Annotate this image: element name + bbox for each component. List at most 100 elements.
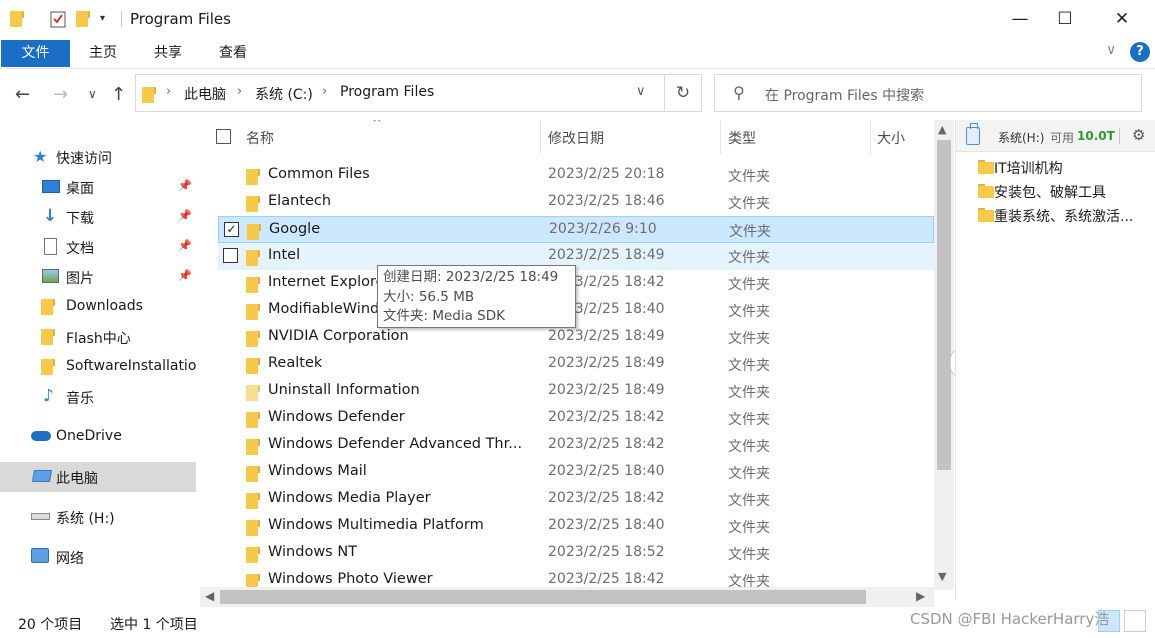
file-row[interactable]: Windows NT 2023/2/25 18:52 文件夹 xyxy=(218,540,934,567)
file-row[interactable]: Windows Media Player 2023/2/25 18:42 文件夹 xyxy=(218,486,934,513)
scroll-thumb[interactable] xyxy=(937,140,951,470)
file-row[interactable]: Uninstall Information 2023/2/25 18:49 文件夹 xyxy=(218,378,934,405)
scroll-left-icon[interactable]: ◀ xyxy=(205,589,214,603)
column-type[interactable]: 类型 xyxy=(728,128,756,148)
help-icon[interactable]: ? xyxy=(1130,42,1150,62)
column-size[interactable]: 大小 xyxy=(877,128,905,148)
cloud-icon xyxy=(31,431,51,441)
customize-quick-access-icon[interactable]: ▾ xyxy=(100,13,116,31)
picture-icon xyxy=(42,269,59,283)
folder-icon xyxy=(246,519,260,538)
navigation-bar: ← → ∨ ↑ › 此电脑 › 系统 (C:) › Program Files … xyxy=(0,70,1155,120)
file-row[interactable]: Windows Defender 2023/2/25 18:42 文件夹 xyxy=(218,405,934,432)
breadcrumb-system-c[interactable]: 系统 (C:) xyxy=(255,84,313,104)
sidebar-item-label: 系统 (H:) xyxy=(56,511,115,527)
breadcrumb-program-files[interactable]: Program Files xyxy=(340,84,434,100)
sidebar-item-documents[interactable]: 文档 📌 xyxy=(0,232,196,262)
recent-locations-button[interactable]: ∨ xyxy=(88,87,97,101)
file-row[interactable]: Realtek 2023/2/25 18:49 文件夹 xyxy=(218,351,934,378)
panel-folder-installers[interactable]: 安装包、破解工具 xyxy=(978,180,1148,204)
large-icons-view-button[interactable] xyxy=(1124,610,1146,632)
sidebar-item-this-pc[interactable]: 此电脑 xyxy=(0,462,196,492)
properties-icon[interactable] xyxy=(50,10,66,28)
file-row[interactable]: Windows Multimedia Platform 2023/2/25 18:… xyxy=(218,513,934,540)
folder-icon xyxy=(246,465,260,484)
back-button[interactable]: ← xyxy=(15,84,30,105)
up-button[interactable]: ↑ xyxy=(111,84,126,105)
sidebar-item-desktop[interactable]: 桌面 📌 xyxy=(0,172,196,202)
file-row[interactable]: ModifiableWindowsApps 2023/2/25 18:40 文件夹 xyxy=(218,297,934,324)
pin-icon[interactable]: 📌 xyxy=(178,179,192,192)
file-row[interactable]: ✓ Google 2023/2/26 9:10 文件夹 xyxy=(218,216,934,243)
panel-folder-label: 重装系统、系统激活... xyxy=(994,209,1134,225)
file-name: Elantech xyxy=(268,193,332,209)
tab-file[interactable]: 文件 xyxy=(1,40,70,67)
folder-icon xyxy=(41,299,57,315)
pin-icon[interactable]: 📌 xyxy=(178,269,192,282)
row-checkbox[interactable]: ✓ xyxy=(224,222,239,237)
sidebar-item-flash[interactable]: Flash中心 xyxy=(0,322,196,352)
sidebar-item-downloads-folder[interactable]: Downloads xyxy=(0,292,196,322)
document-icon xyxy=(44,238,57,255)
tab-share[interactable]: 共享 xyxy=(145,40,191,67)
sidebar-item-downloads[interactable]: ↓ 下载 📌 xyxy=(0,202,196,232)
column-divider[interactable] xyxy=(870,120,871,154)
scroll-right-icon[interactable]: ▶ xyxy=(916,589,925,603)
file-row[interactable]: Intel 2023/2/25 18:49 文件夹 xyxy=(218,243,934,270)
folder-icon xyxy=(978,208,994,222)
sidebar-item-onedrive[interactable]: OneDrive xyxy=(0,422,196,452)
pin-icon[interactable]: 📌 xyxy=(178,209,192,222)
close-button[interactable]: ✕ xyxy=(1099,0,1145,38)
column-date-modified[interactable]: 修改日期 xyxy=(548,128,604,148)
address-bar[interactable]: › 此电脑 › 系统 (C:) › Program Files ∨ ↻ xyxy=(135,74,702,112)
scroll-down-icon[interactable]: ▼ xyxy=(938,570,946,583)
refresh-button[interactable]: ↻ xyxy=(664,75,701,111)
file-row[interactable]: Internet Explorer 2023/2/25 18:42 文件夹 xyxy=(218,270,934,297)
file-row[interactable]: Common Files 2023/2/25 20:18 文件夹 xyxy=(218,162,934,189)
pin-icon[interactable]: 📌 xyxy=(178,239,192,252)
scroll-thumb[interactable] xyxy=(220,590,866,604)
address-dropdown-icon[interactable]: ∨ xyxy=(636,84,646,99)
search-box[interactable]: ⚲ 在 Program Files 中搜索 xyxy=(714,74,1142,112)
column-divider[interactable] xyxy=(540,120,541,154)
file-row[interactable]: NVIDIA Corporation 2023/2/25 18:49 文件夹 xyxy=(218,324,934,351)
forward-button[interactable]: → xyxy=(53,84,68,105)
sidebar-item-label: 桌面 xyxy=(66,181,94,197)
file-row[interactable]: Windows Mail 2023/2/25 18:40 文件夹 xyxy=(218,459,934,486)
file-row[interactable]: Windows Defender Advanced Thr... 2023/2/2… xyxy=(218,432,934,459)
search-placeholder[interactable]: 在 Program Files 中搜索 xyxy=(765,85,924,105)
column-divider[interactable] xyxy=(720,120,721,154)
row-checkbox[interactable] xyxy=(223,248,238,263)
gear-icon[interactable]: ⚙ xyxy=(1132,126,1145,144)
sidebar-item-drive-h[interactable]: 系统 (H:) xyxy=(0,502,196,532)
select-all-checkbox[interactable] xyxy=(216,129,231,144)
sidebar-item-label: 快速访问 xyxy=(56,151,112,167)
ribbon-expand-icon[interactable]: ∨ xyxy=(1106,42,1116,58)
file-row[interactable]: Elantech 2023/2/25 18:46 文件夹 xyxy=(218,189,934,216)
available-space: 10.0T xyxy=(1077,129,1115,143)
star-icon: ★ xyxy=(33,147,48,166)
panel-folder-it-training[interactable]: IT培训机构 xyxy=(978,156,1148,180)
panel-folder-reinstall[interactable]: 重装系统、系统激活... xyxy=(978,204,1148,228)
folder-icon xyxy=(142,86,156,105)
file-type: 文件夹 xyxy=(728,358,770,374)
folder-icon xyxy=(978,160,994,174)
maximize-button[interactable]: ☐ xyxy=(1042,0,1088,38)
horizontal-scrollbar[interactable]: ◀ ▶ xyxy=(200,587,934,607)
breadcrumb-this-pc[interactable]: 此电脑 xyxy=(184,84,226,104)
scroll-up-icon[interactable]: ▲ xyxy=(938,123,946,136)
sidebar-item-pictures[interactable]: 图片 📌 xyxy=(0,262,196,292)
sidebar-item-network[interactable]: 网络 xyxy=(0,542,196,572)
folder-icon xyxy=(246,276,260,295)
sidebar-item-software-installation[interactable]: SoftwareInstallatio xyxy=(0,352,196,382)
item-count: 20 个项目 xyxy=(18,617,83,633)
minimize-button[interactable]: — xyxy=(997,0,1043,38)
sidebar-item-quick-access[interactable]: ★ 快速访问 xyxy=(0,142,196,172)
usb-drive-icon xyxy=(966,123,980,145)
new-folder-icon[interactable] xyxy=(76,10,92,28)
available-label: 可用 xyxy=(1050,131,1075,145)
sidebar-item-music[interactable]: ♪ 音乐 xyxy=(0,382,196,412)
column-name[interactable]: 名称 xyxy=(246,128,274,148)
tab-home[interactable]: 主页 xyxy=(80,40,126,67)
tab-view[interactable]: 查看 xyxy=(210,40,256,67)
